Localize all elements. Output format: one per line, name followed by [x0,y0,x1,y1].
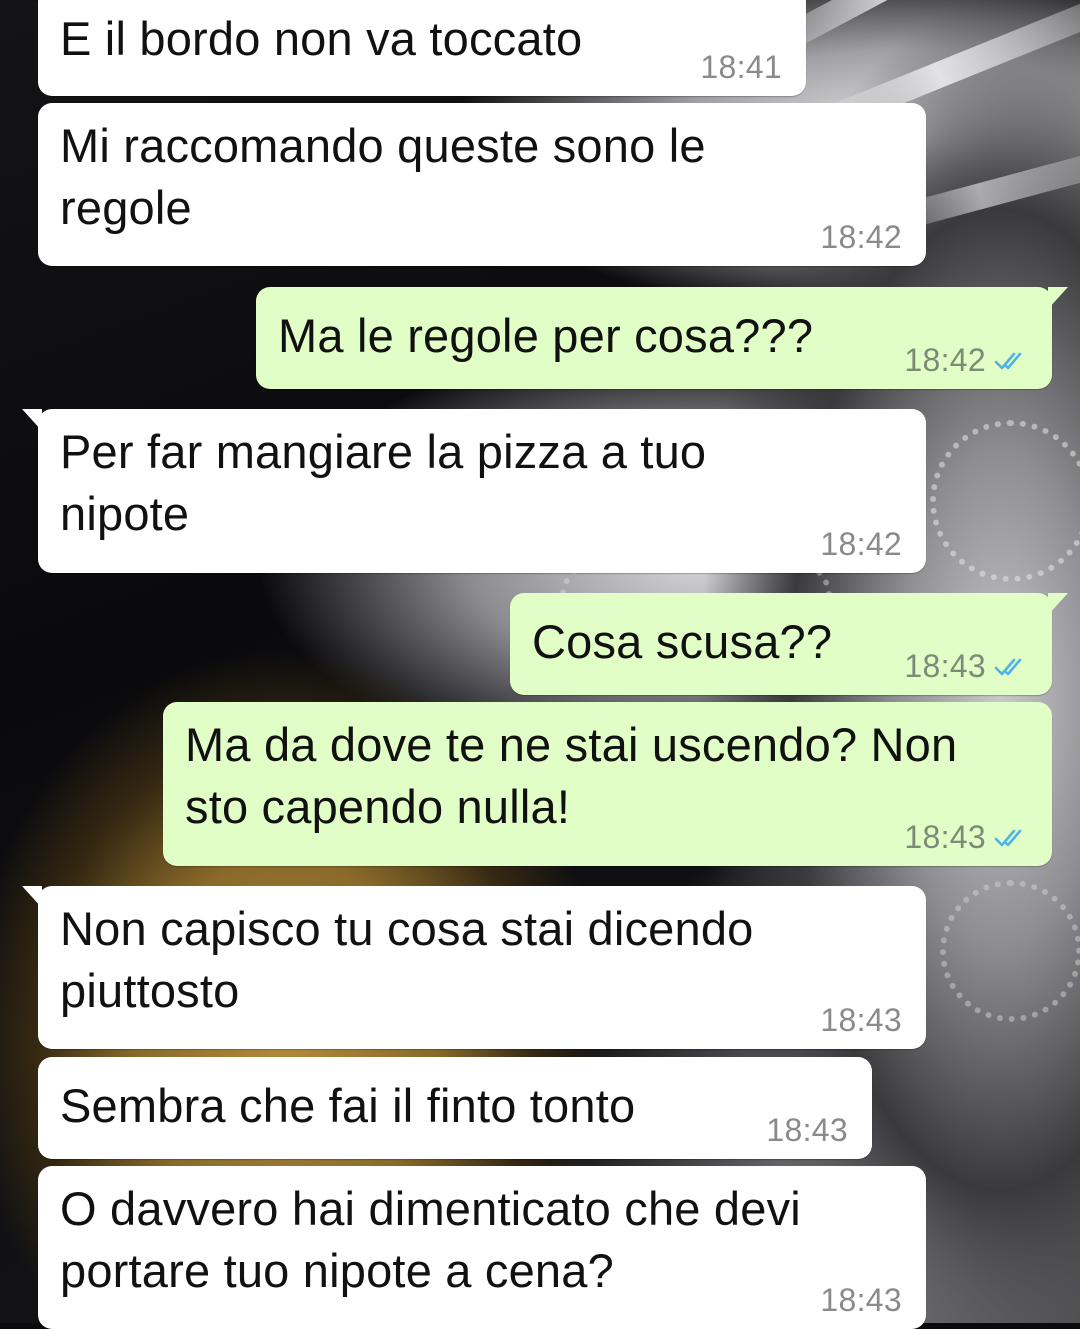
message-meta: 18:42 [820,219,902,256]
chat-message-list[interactable]: E il bordo non va toccato 18:41 Mi racco… [0,0,1080,1329]
message-text: O davvero hai dimenticato che devi porta… [60,1182,801,1297]
message-time: 18:43 [904,648,986,684]
message-time: 18:42 [820,219,902,255]
incoming-message-bubble[interactable]: Non capisco tu cosa stai dicendo piuttos… [22,886,926,1049]
message-meta: 18:43 [766,1112,848,1149]
message-text: Per far mangiare la pizza a tuo nipote [60,425,707,540]
incoming-message-bubble[interactable]: Sembra che fai il finto tonto 18:43 [38,1057,872,1159]
message-text: Mi raccomando queste sono le regole [60,119,706,234]
message-meta: 18:43 [904,819,1028,856]
message-meta: 18:42 [904,342,1028,379]
double-check-icon [994,829,1022,846]
message-text: Non capisco tu cosa stai dicendo piuttos… [60,902,754,1017]
message-meta: 18:42 [820,526,902,563]
incoming-message-bubble[interactable]: Mi raccomando queste sono le regole 18:4… [38,103,926,266]
incoming-message-bubble[interactable]: Per far mangiare la pizza a tuo nipote 1… [22,409,926,573]
message-time: 18:42 [820,526,902,562]
message-meta: 18:43 [820,1282,902,1319]
outgoing-message-bubble[interactable]: Cosa scusa?? 18:43 [510,593,1068,695]
incoming-message-bubble[interactable]: O davvero hai dimenticato che devi porta… [38,1166,926,1329]
outgoing-message-bubble[interactable]: Ma da dove te ne stai uscendo? Non sto c… [163,702,1052,866]
message-time: 18:43 [766,1112,848,1148]
message-time: 18:42 [904,342,986,378]
message-meta: 18:43 [904,648,1028,685]
incoming-message-bubble[interactable]: E il bordo non va toccato 18:41 [38,0,806,96]
message-time: 18:41 [700,49,782,85]
message-time: 18:43 [904,819,986,855]
message-text: Sembra che fai il finto tonto [60,1079,636,1132]
message-meta: 18:43 [820,1002,902,1039]
message-text: Ma da dove te ne stai uscendo? Non sto c… [185,718,958,833]
double-check-icon [994,658,1022,675]
message-time: 18:43 [820,1002,902,1038]
double-check-icon [994,352,1022,369]
message-text: E il bordo non va toccato [60,12,583,65]
outgoing-message-bubble[interactable]: Ma le regole per cosa??? 18:42 [256,287,1068,389]
message-meta: 18:41 [700,49,782,86]
message-time: 18:43 [820,1282,902,1318]
